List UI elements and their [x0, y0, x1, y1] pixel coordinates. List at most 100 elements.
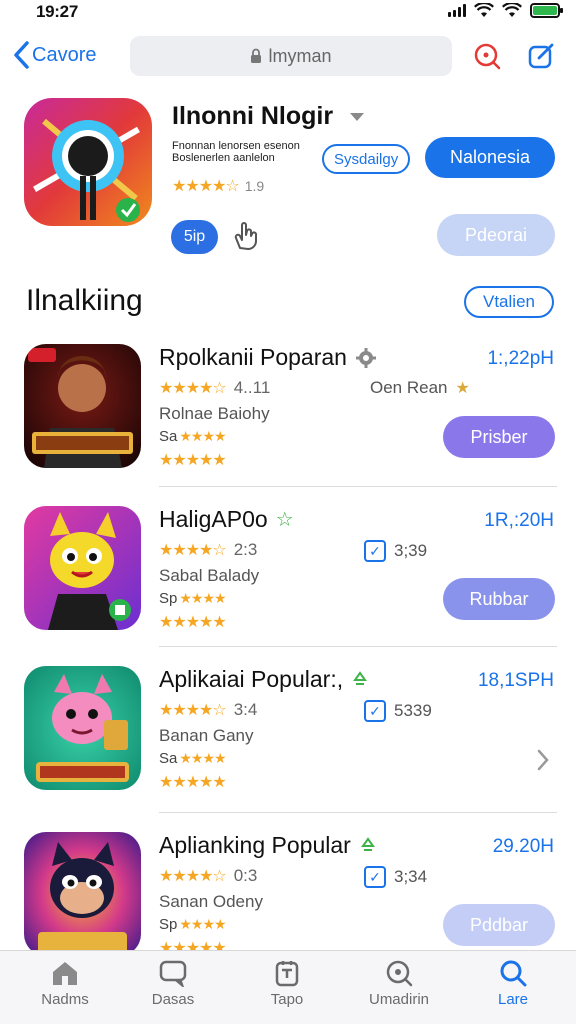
app-thumbnail-art: [24, 506, 141, 630]
compose-icon[interactable]: [527, 42, 555, 70]
mini-stars: ★★★★: [179, 916, 226, 932]
item-rating: ★★★★☆ 0:3: [159, 866, 257, 886]
battery-icon: [530, 3, 563, 18]
item-subtitle: Sanan Odeny: [159, 892, 263, 911]
chevron-right-icon[interactable]: [536, 748, 550, 772]
item-time: 29.20H: [492, 836, 554, 857]
search-icon: [500, 960, 527, 987]
status-icons: [448, 3, 563, 18]
search-field[interactable]: lmyman: [130, 36, 452, 76]
list-item[interactable]: HaligAP0o ☆ 1R,:20H ★★★★☆ 2:3 ✓ 3;39 Sab…: [0, 502, 576, 652]
app-thumbnail[interactable]: [24, 344, 141, 468]
tab-discover[interactable]: Umadirin: [344, 959, 454, 1008]
tab-home[interactable]: Nadms: [10, 959, 120, 1008]
mini-prefix: Sa: [159, 428, 178, 445]
item-action-button[interactable]: Pddbar: [443, 904, 555, 946]
app-thumbnail[interactable]: [24, 506, 141, 630]
gear-icon: [355, 347, 376, 368]
item-subtitle: Banan Gany: [159, 726, 254, 745]
item-meta: ✓ 5339: [364, 700, 432, 722]
rating-value: 1.9: [244, 178, 265, 194]
tab-label: Umadirin: [368, 991, 429, 1008]
divider: [159, 812, 557, 813]
item-meta: ✓ 3;34: [364, 866, 427, 888]
rating-stars: ★★★★☆: [159, 542, 227, 559]
item-name: HaligAP0o ☆: [159, 506, 294, 533]
divider: [159, 646, 557, 647]
app-icon[interactable]: [24, 98, 152, 226]
app-header: Ilnonni Nlogir Fnonnan lenorsen esenon B…: [0, 96, 576, 266]
tab-label: Nadms: [41, 991, 89, 1008]
status-time: 19:27: [36, 2, 78, 21]
small-pill-button[interactable]: 5ip: [171, 220, 218, 254]
wifi-icon: [474, 3, 494, 17]
item-meta: ✓ 3;39: [364, 540, 427, 562]
app-thumbnail[interactable]: [24, 666, 141, 790]
meta-text: 3;39: [394, 541, 428, 560]
item-time: 1:,22pH: [487, 348, 554, 369]
divider: [159, 486, 557, 487]
stars-row-text: ★★★★★: [159, 774, 227, 791]
secondary-button[interactable]: Pdeorai: [437, 214, 555, 256]
item-mini-rating: Sa ★★★★: [159, 428, 227, 445]
navigation-bar: Cavore lmyman: [0, 34, 576, 80]
stars-row-text: ★★★★★: [159, 614, 227, 631]
hand-pointer-icon[interactable]: [228, 220, 262, 252]
chevron-left-icon: [14, 41, 29, 69]
status-bar: 19:27: [0, 0, 576, 24]
item-subtitle: Rolnae Baiohy: [159, 404, 270, 423]
item-mini-rating: Sp ★★★★: [159, 916, 227, 933]
item-time: 1R,:20H: [484, 510, 554, 531]
recycle-icon: [360, 836, 375, 851]
item-meta: Oen Rean ★: [370, 378, 470, 398]
lock-icon: [251, 48, 262, 63]
app-thumbnail-art: [24, 666, 141, 790]
tab-chat[interactable]: Dasas: [118, 959, 228, 1008]
mini-prefix: Sp: [159, 916, 178, 933]
check-icon: ✓: [364, 866, 386, 888]
recycle-icon: [353, 670, 368, 685]
meta-text: Oen Rean: [370, 378, 448, 397]
app-thumbnail-art: [24, 344, 141, 468]
stars-row-text: ★★★★★: [159, 452, 227, 469]
list-item[interactable]: Rpolkanii Poparan 1:,22pH ★★★★☆ 4..11 Oe…: [0, 340, 576, 490]
check-icon: ✓: [364, 540, 386, 562]
item-mini-rating: Sa ★★★★: [159, 750, 227, 767]
back-button[interactable]: Cavore: [12, 40, 96, 70]
mini-stars: ★★★★: [179, 428, 226, 444]
item-stars-row: ★★★★★: [159, 450, 227, 470]
tab-apps[interactable]: Tapo: [232, 959, 342, 1008]
item-name: Aplikaiai Popular:,: [159, 666, 369, 693]
home-icon: [53, 962, 77, 985]
search-icon: [386, 960, 413, 987]
primary-action-button[interactable]: Nalonesia: [425, 137, 555, 178]
item-action-button[interactable]: Rubbar: [443, 578, 555, 620]
item-stars-row: ★★★★★: [159, 612, 227, 632]
item-mini-rating: Sp ★★★★: [159, 590, 227, 607]
search-icon[interactable]: [473, 42, 501, 70]
mini-prefix: Sa: [159, 750, 178, 767]
mini-stars: ★★★★: [179, 590, 226, 606]
category-chip[interactable]: Sysdailgy: [322, 144, 411, 174]
tab-label: Dasas: [151, 991, 195, 1008]
item-name: Rpolkanii Poparan: [159, 344, 377, 371]
search-text: lmyman: [268, 45, 332, 66]
chevron-down-icon[interactable]: [349, 112, 365, 122]
rating-value: 3:4: [233, 700, 258, 719]
section-title: Ilnalkiing: [26, 284, 143, 317]
list-item[interactable]: Aplikaiai Popular:, 18,1SPH ★★★★☆ 3:4 ✓ …: [0, 662, 576, 812]
rating-value: 2:3: [233, 540, 258, 559]
item-action-button[interactable]: Prisber: [443, 416, 555, 458]
item-time: 18,1SPH: [477, 670, 554, 691]
tab-search[interactable]: Lare: [458, 959, 568, 1008]
item-rating: ★★★★☆ 2:3: [159, 540, 257, 560]
meta-text: 5339: [394, 701, 432, 720]
meta-text: 3;34: [394, 867, 428, 886]
app-title-text: Ilnonni Nlogir: [172, 102, 334, 130]
rating-stars: ★★★★☆: [172, 178, 240, 195]
section-link-button[interactable]: Vtalien: [464, 286, 554, 318]
rating-stars: ★★★★☆: [159, 702, 227, 719]
app-thumbnail[interactable]: [24, 832, 141, 956]
item-name-text: Aplianking Popular: [159, 832, 351, 858]
check-icon: ✓: [364, 700, 386, 722]
